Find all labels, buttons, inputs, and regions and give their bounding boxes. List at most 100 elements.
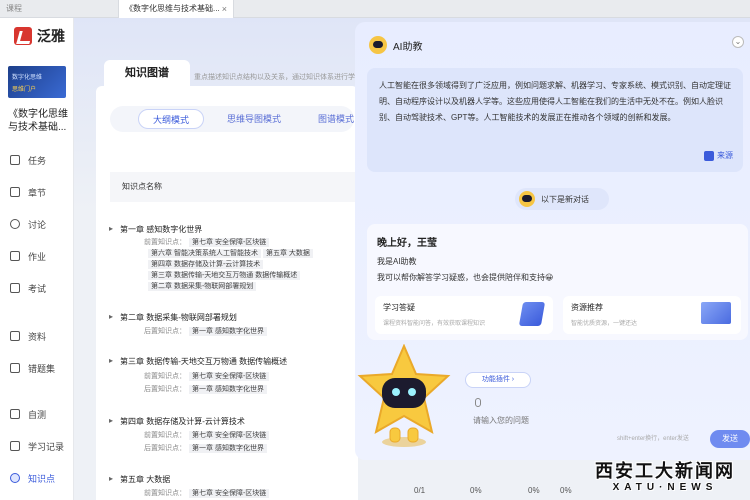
close-icon[interactable]: × bbox=[222, 0, 227, 18]
greeting-intro: 我可以帮你解答学习疑惑，也会提供陪伴和支持😀 bbox=[377, 273, 554, 282]
sidebar-item-chapter[interactable]: 章节 bbox=[10, 184, 70, 200]
pre-knowledge: 前置知识点： 第七章 安全保障-区块链 bbox=[144, 430, 270, 440]
course-name: 《数字化思维与技术基础... bbox=[8, 109, 68, 133]
sidebar-item-homework[interactable]: 作业 bbox=[10, 248, 70, 264]
resource-card[interactable]: 资源推荐 智能优质资源，一键还达 bbox=[563, 296, 741, 334]
knowledge-tag[interactable]: 第一章 感知数字化世界 bbox=[189, 385, 267, 394]
chapter-row[interactable]: 第二章 数据采集-物联网部署规划 bbox=[109, 312, 237, 323]
knowledge-tag[interactable]: 第七章 安全保障-区块链 bbox=[189, 431, 270, 440]
mode-outline-button[interactable]: 大纲模式 bbox=[138, 109, 204, 129]
star-mascot-icon bbox=[357, 344, 451, 447]
sidebar-item-knowledge[interactable]: 知识点 bbox=[10, 470, 70, 486]
progress-value: 0% bbox=[470, 486, 482, 495]
study-qa-card[interactable]: 学习答疑 课程资料智能问答，有效获取课程知识 bbox=[375, 296, 553, 334]
mode-switch: 大纲模式 思维导图模式 图谱模式 bbox=[110, 106, 354, 132]
ai-header: AI助教 bbox=[369, 34, 422, 56]
post-knowledge: 后置知识点： 第一章 感知数字化世界 bbox=[144, 326, 267, 336]
watermark: 西安工大新闻网 XATU·NEWS bbox=[582, 462, 748, 498]
post-label: 后置知识点： bbox=[144, 386, 186, 393]
send-button[interactable]: 发送 bbox=[710, 430, 750, 448]
pre-label: 前置知识点： bbox=[144, 239, 186, 246]
ai-avatar-icon bbox=[369, 36, 387, 54]
discussion-icon bbox=[10, 219, 20, 229]
sidebar-item-task[interactable]: 任务 bbox=[10, 152, 70, 168]
post-knowledge: 后置知识点： 第一章 感知数字化世界 bbox=[144, 384, 267, 394]
card-subtitle: 智能优质资源，一键还达 bbox=[571, 321, 638, 327]
collapse-icon[interactable]: ⌄ bbox=[732, 36, 744, 48]
post-knowledge: 后置知识点： 第一章 感知数字化世界 bbox=[144, 443, 267, 453]
knowledge-tag[interactable]: 第一章 感知数字化世界 bbox=[189, 327, 267, 336]
tag-row: 第四章 数据存储及计算-云计算技术 bbox=[148, 259, 265, 269]
table-header: 知识点名称 bbox=[110, 172, 358, 202]
tab-course[interactable]: 课程 bbox=[0, 0, 115, 18]
pre-label: 前置知识点： bbox=[144, 432, 186, 439]
ai-avatar-icon bbox=[519, 191, 535, 207]
logo[interactable]: 泛雅 bbox=[14, 26, 65, 46]
source-icon bbox=[704, 151, 714, 161]
knowledge-tag[interactable]: 第四章 数据存储及计算-云计算技术 bbox=[148, 260, 264, 269]
chapter-row[interactable]: 第三章 数据传输-天地交互万物通 数据传输概述 bbox=[109, 356, 287, 367]
progress-value: 0% bbox=[528, 486, 540, 495]
microphone-icon[interactable] bbox=[475, 398, 481, 407]
sidebar-item-materials[interactable]: 资料 bbox=[10, 328, 70, 344]
sidebar-item-discussion[interactable]: 讨论 bbox=[10, 216, 70, 232]
sidebar-item-study-record[interactable]: 学习记录 bbox=[10, 438, 70, 454]
progress-value: 0% bbox=[560, 486, 572, 495]
logo-text: 泛雅 bbox=[37, 28, 65, 44]
course-cover[interactable]: 数字化思维 思维门户 bbox=[8, 66, 66, 98]
card-title: 资源推荐 bbox=[571, 303, 603, 312]
tab-hint: 重点描述知识点结构以及关系，通过知识体系进行学 bbox=[194, 74, 355, 81]
knowledge-tag[interactable]: 第七章 安全保障-区块链 bbox=[189, 238, 270, 247]
chapter-row[interactable]: 第五章 大数据 bbox=[109, 474, 170, 485]
new-topic-divider: 以下是新对话 bbox=[515, 188, 609, 210]
sidebar-item-label: 错题集 bbox=[28, 363, 56, 374]
post-label: 后置知识点： bbox=[144, 328, 186, 335]
folder-icon bbox=[10, 331, 20, 341]
ai-message-text: 人工智能在很多领域得到了广泛应用，例如问题求解、机器学习、专家系统、模式识别、自… bbox=[379, 81, 731, 122]
tab-active-course[interactable]: 《数字化思维与技术基础... × bbox=[118, 0, 234, 18]
plugin-button[interactable]: 功能插件 › bbox=[465, 372, 531, 388]
record-icon bbox=[10, 441, 20, 451]
knowledge-tag[interactable]: 第七章 安全保障-区块链 bbox=[189, 372, 270, 381]
knowledge-tag[interactable]: 第三章 数据传输-天地交互万物通 数据传输概述 bbox=[148, 271, 301, 280]
tab-label: 课程 bbox=[6, 4, 22, 13]
progress-value: 0/1 bbox=[414, 486, 426, 495]
sidebar-item-exam[interactable]: 考试 bbox=[10, 280, 70, 296]
tab-knowledge-graph[interactable]: 知识图谱 bbox=[104, 60, 190, 86]
sidebar: 泛雅 数字化思维 思维门户 《数字化思维与技术基础... 任务 章节 讨论 作业… bbox=[0, 18, 74, 500]
tag-row: 第二章 数据采集-物联网部署规划 bbox=[148, 281, 258, 291]
sidebar-item-error-book[interactable]: 错题集 bbox=[10, 360, 70, 376]
watermark-subtitle: XATU·NEWS bbox=[612, 482, 718, 493]
question-input[interactable]: 请输入您的问题 bbox=[473, 415, 529, 426]
task-icon bbox=[10, 155, 20, 165]
mode-graph-button[interactable]: 图谱模式 bbox=[306, 109, 358, 129]
knowledge-tag[interactable]: 第七章 安全保障-区块链 bbox=[189, 489, 270, 498]
knowledge-tag[interactable]: 第一章 感知数字化世界 bbox=[189, 444, 267, 453]
ai-message: 人工智能在很多领域得到了广泛应用，例如问题求解、机器学习、专家系统、模式识别、自… bbox=[367, 68, 743, 172]
mode-mindmap-button[interactable]: 思维导图模式 bbox=[214, 109, 294, 129]
pre-label: 前置知识点： bbox=[144, 490, 186, 497]
sidebar-item-label: 学习记录 bbox=[28, 441, 65, 452]
knowledge-tag[interactable]: 第五章 大数据 bbox=[262, 249, 313, 258]
cover-text: 思维门户 bbox=[12, 87, 37, 93]
tag-row: 第三章 数据传输-天地交互万物通 数据传输概述 bbox=[148, 270, 302, 280]
pre-knowledge: 前置知识点： 第七章 安全保障-区块链 bbox=[144, 488, 270, 498]
knowledge-panel: 大纲模式 思维导图模式 图谱模式 知识点名称 第一章 感知数字化世界 前置知识点… bbox=[96, 86, 358, 500]
chapter-row[interactable]: 第一章 感知数字化世界 bbox=[109, 224, 202, 235]
source-label: 来源 bbox=[717, 151, 733, 160]
sidebar-item-label: 作业 bbox=[28, 251, 47, 262]
self-test-icon bbox=[10, 409, 20, 419]
pre-knowledge: 前置知识点： 第七章 安全保障-区块链 bbox=[144, 237, 270, 247]
knowledge-tag[interactable]: 第二章 数据采集-物联网部署规划 bbox=[148, 282, 257, 291]
greeting-card: 晚上好，王莹 我是AI助教 我可以帮你解答学习疑惑，也会提供陪伴和支持😀 学习答… bbox=[367, 224, 748, 340]
greeting-intro: 我是AI助教 bbox=[377, 257, 417, 266]
source-link[interactable]: 来源 bbox=[704, 148, 733, 164]
card-title: 学习答疑 bbox=[383, 303, 415, 312]
knowledge-tag[interactable]: 第六章 智能决策系统人工智能技术 bbox=[148, 249, 261, 258]
chapter-row[interactable]: 第四章 数据存储及计算-云计算技术 bbox=[109, 416, 245, 427]
browser-tab-bar: 课程 《数字化思维与技术基础... × bbox=[0, 0, 750, 18]
error-book-icon bbox=[10, 363, 20, 373]
watermark-title: 西安工大新闻网 bbox=[595, 461, 735, 482]
sidebar-item-label: 任务 bbox=[28, 155, 47, 166]
sidebar-item-self-test[interactable]: 自测 bbox=[10, 406, 70, 422]
